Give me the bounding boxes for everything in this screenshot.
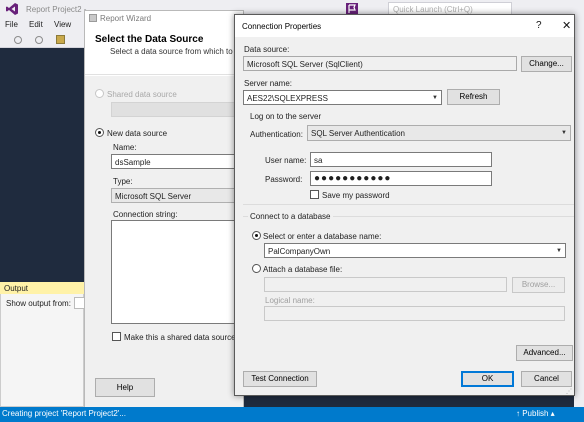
menu-view[interactable]: View [54, 20, 71, 29]
chevron-down-icon[interactable]: ▼ [432, 95, 438, 101]
data-source-type-select[interactable]: Microsoft SQL Server [111, 188, 243, 203]
resize-grip-icon[interactable]: ⋰ [566, 388, 572, 395]
select-database-label: Select or enter a database name: [263, 232, 382, 241]
authentication-label: Authentication: [250, 130, 303, 139]
output-show-from-label: Show output from: [6, 299, 71, 308]
select-database-radio[interactable] [252, 231, 261, 240]
output-panel-title[interactable]: Output [0, 282, 84, 294]
shared-data-source-radio[interactable] [95, 89, 104, 98]
authentication-select[interactable]: SQL Server Authentication ▼ [307, 125, 571, 141]
close-icon[interactable]: ✕ [562, 19, 571, 32]
connection-string-textarea[interactable] [111, 220, 243, 324]
vs-right-panel [574, 18, 584, 407]
password-input[interactable]: ●●●●●●●●●●● [310, 171, 492, 186]
logical-name-input[interactable] [264, 306, 565, 321]
ok-button[interactable]: OK [461, 371, 514, 387]
chevron-down-icon[interactable]: ▼ [556, 248, 562, 254]
make-shared-checkbox[interactable] [112, 332, 121, 341]
connection-string-label: Connection string: [113, 210, 178, 219]
server-name-label: Server name: [244, 79, 293, 88]
logon-group-label: Log on to the server [248, 112, 324, 121]
new-data-source-radio[interactable] [95, 128, 104, 137]
save-password-checkbox[interactable] [310, 190, 319, 199]
attach-database-label: Attach a database file: [263, 265, 343, 274]
attach-file-input[interactable] [264, 277, 507, 292]
change-button[interactable]: Change... [521, 56, 572, 72]
server-name-value: AES22\SQLEXPRESS [247, 94, 328, 103]
back-icon[interactable] [14, 36, 22, 44]
password-label: Password: [265, 175, 303, 184]
visual-studio-logo-icon [6, 3, 18, 15]
browse-button[interactable]: Browse... [512, 277, 565, 293]
save-password-label: Save my password [322, 191, 390, 200]
database-group-label: Connect to a database [248, 212, 333, 221]
data-source-name-input[interactable]: dsSample [111, 154, 243, 169]
new-project-icon[interactable] [56, 35, 65, 44]
database-name-value: PalCompanyOwn [268, 247, 331, 256]
cancel-button[interactable]: Cancel [521, 371, 572, 387]
menu-file[interactable]: File [5, 20, 18, 29]
server-name-combo[interactable]: AES22\SQLEXPRESS ▼ [243, 90, 442, 105]
user-name-label: User name: [265, 156, 307, 165]
name-label: Name: [113, 143, 137, 152]
report-wizard-title: Report Wizard [100, 14, 152, 23]
wizard-window-icon [89, 14, 97, 22]
help-button[interactable]: Help [95, 378, 155, 397]
new-data-source-label: New data source [107, 129, 168, 138]
vs-window-title: Report Project2 - [26, 5, 87, 14]
data-source-field: Microsoft SQL Server (SqlClient) [243, 56, 517, 71]
type-label: Type: [113, 177, 133, 186]
authentication-value: SQL Server Authentication [311, 129, 405, 138]
wizard-subheading: Select a data source from which to ol [110, 47, 242, 56]
menu-edit[interactable]: Edit [29, 20, 43, 29]
publish-button[interactable]: ↑ Publish ▴ [516, 409, 555, 418]
test-connection-button[interactable]: Test Connection [243, 371, 317, 387]
make-shared-label: Make this a shared data source [124, 333, 236, 342]
advanced-button[interactable]: Advanced... [516, 345, 573, 361]
attach-database-radio[interactable] [252, 264, 261, 273]
refresh-button[interactable]: Refresh [447, 89, 500, 105]
logical-name-label: Logical name: [265, 296, 315, 305]
user-name-input[interactable]: sa [310, 152, 492, 167]
data-source-label: Data source: [244, 45, 290, 54]
shared-data-source-label: Shared data source [107, 90, 177, 99]
vs-editor-area [0, 48, 84, 280]
status-text: Creating project 'Report Project2'... [2, 409, 126, 418]
help-icon[interactable]: ? [536, 20, 542, 31]
wizard-heading: Select the Data Source [95, 34, 204, 45]
dialog-title: Connection Properties [242, 22, 322, 31]
chevron-down-icon[interactable]: ▼ [561, 130, 567, 136]
database-name-combo[interactable]: PalCompanyOwn ▼ [264, 243, 566, 258]
shared-data-source-select[interactable] [111, 102, 243, 117]
forward-icon[interactable] [35, 36, 43, 44]
